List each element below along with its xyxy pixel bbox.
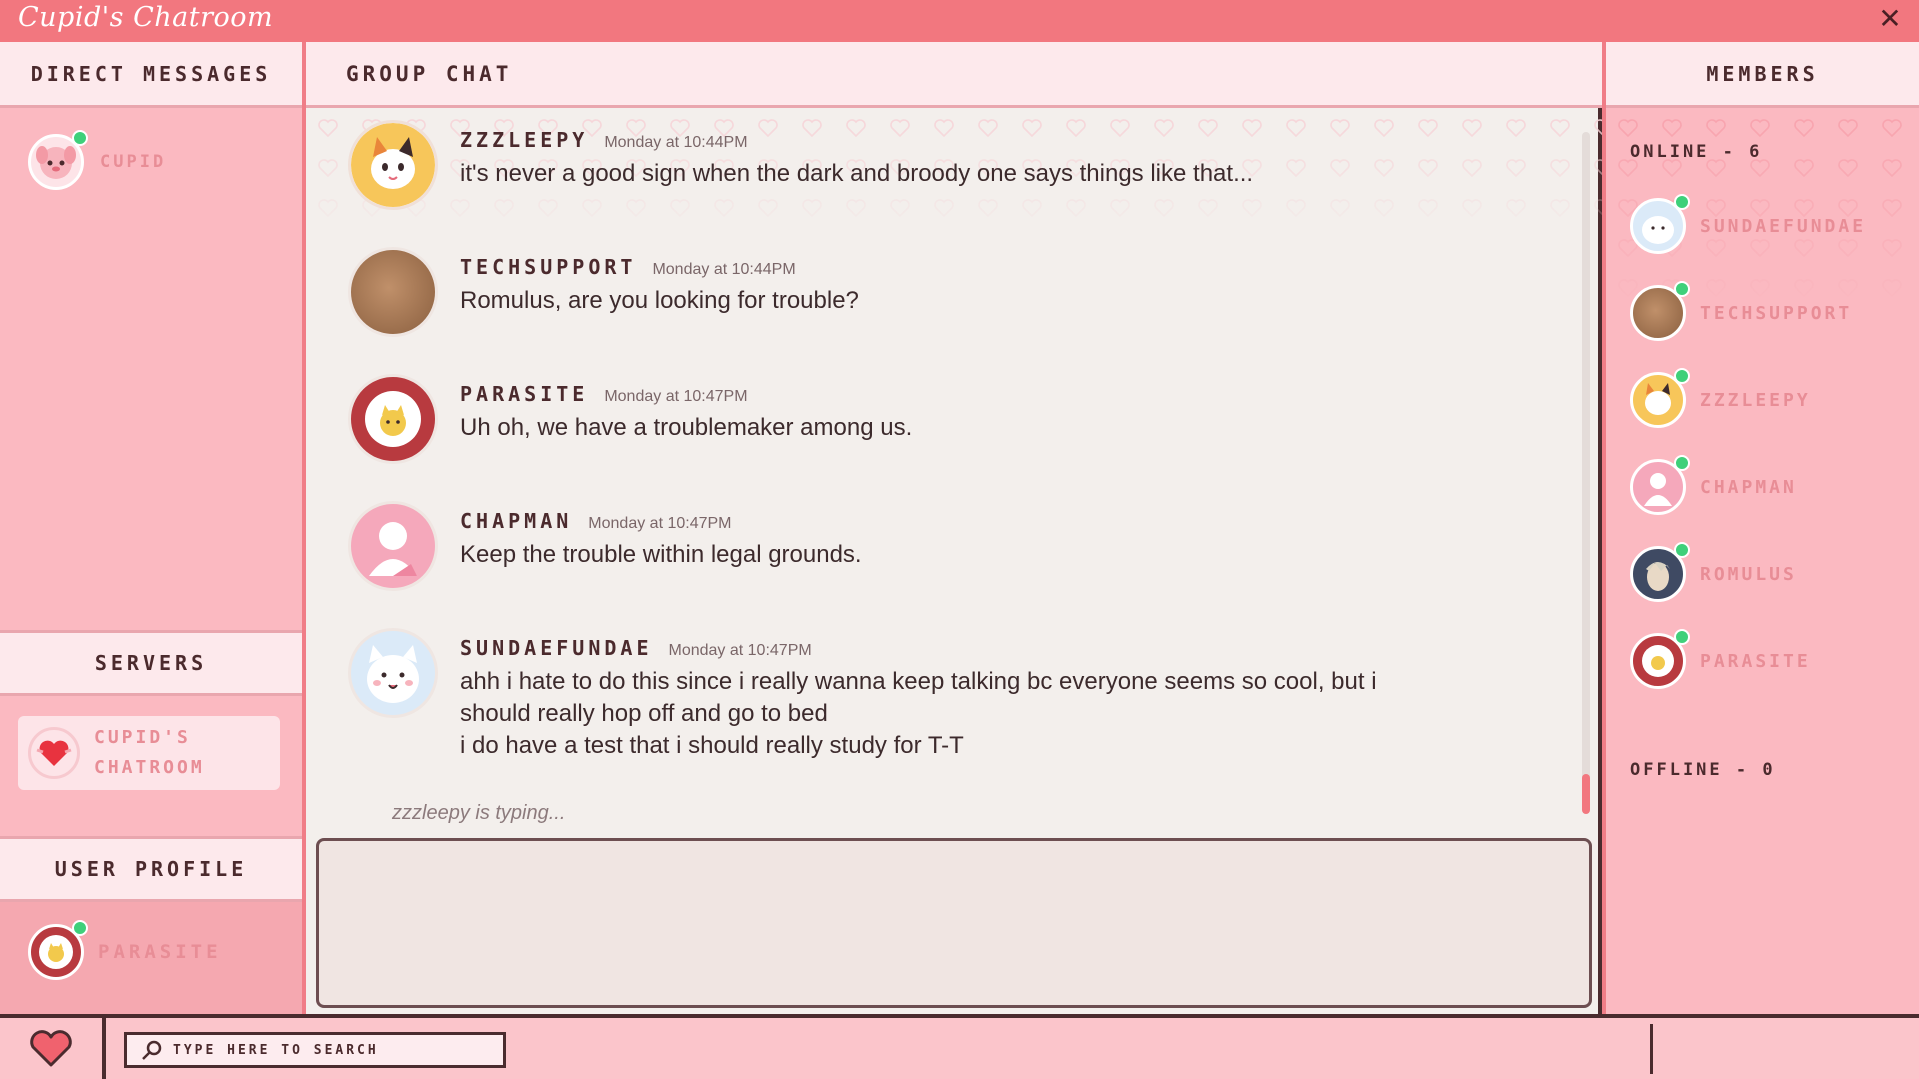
user-profile-header: User Profile bbox=[0, 836, 302, 902]
heart-menu-button[interactable] bbox=[0, 1018, 106, 1079]
server-label-line2: Chatroom bbox=[94, 757, 205, 778]
search-icon bbox=[142, 1040, 162, 1060]
avatar bbox=[28, 130, 88, 190]
server-label-line1: Cupid's bbox=[94, 727, 191, 748]
members-header: Members bbox=[1606, 42, 1919, 108]
member-name: SundaeFundae bbox=[1700, 215, 1867, 237]
user-profile-item[interactable]: Parasite bbox=[28, 920, 222, 980]
online-status-dot bbox=[1674, 542, 1690, 558]
dm-item-label: Cupid bbox=[100, 152, 167, 172]
taskbar-divider bbox=[1650, 1024, 1653, 1074]
avatar bbox=[1630, 194, 1690, 254]
server-icon bbox=[28, 727, 80, 779]
avatar bbox=[1630, 629, 1690, 689]
avatar bbox=[1630, 368, 1690, 428]
avatar[interactable] bbox=[348, 374, 438, 464]
members-panel: Members Online - 6 SundaeFundae bbox=[1606, 42, 1919, 1014]
message-timestamp: Monday at 10:47PM bbox=[604, 388, 748, 405]
avatar[interactable] bbox=[348, 628, 438, 718]
online-status-dot bbox=[1674, 194, 1690, 210]
member-item[interactable]: Romulus bbox=[1630, 542, 1797, 602]
chat-messages: zzzleepy Monday at 10:44PM it's never a … bbox=[306, 108, 1602, 828]
member-name: Romulus bbox=[1700, 563, 1797, 585]
avatar[interactable] bbox=[348, 120, 438, 210]
message-text: Uh oh, we have a troublemaker among us. bbox=[460, 414, 913, 441]
group-chat-panel: Group Chat bbox=[306, 42, 1602, 1014]
member-item[interactable]: SundaeFundae bbox=[1630, 194, 1867, 254]
avatar bbox=[1630, 542, 1690, 602]
avatar bbox=[28, 920, 88, 980]
user-profile-name: Parasite bbox=[98, 941, 222, 963]
heart-icon bbox=[36, 740, 72, 766]
direct-messages-header: Direct Messages bbox=[0, 42, 302, 108]
message-author: SundaeFundae bbox=[460, 636, 653, 660]
online-status-dot bbox=[1674, 368, 1690, 384]
avatar bbox=[1630, 281, 1690, 341]
message-author: Chapman bbox=[460, 509, 573, 533]
message-author: zzzleepy bbox=[460, 128, 589, 152]
offline-count-label: Offline - 0 bbox=[1630, 760, 1776, 780]
message-item: Chapman Monday at 10:47PM Keep the troub… bbox=[348, 501, 1460, 591]
group-chat-header: Group Chat bbox=[306, 42, 1602, 108]
message-composer[interactable] bbox=[316, 838, 1592, 1008]
typing-indicator: zzzleepy is typing... bbox=[392, 802, 566, 824]
message-timestamp: Monday at 10:47PM bbox=[588, 515, 732, 532]
member-name: Chapman bbox=[1700, 476, 1797, 498]
search-input[interactable]: Type here to search bbox=[124, 1032, 506, 1068]
member-name: TechSupport bbox=[1700, 302, 1853, 324]
message-item: zzzleepy Monday at 10:44PM it's never a … bbox=[348, 120, 1460, 210]
member-item[interactable]: TechSupport bbox=[1630, 281, 1853, 341]
left-sidebar: Direct Messages Cupid Servers bbox=[0, 42, 302, 1014]
member-name: zzzleepy bbox=[1700, 389, 1811, 411]
message-item: Parasite Monday at 10:47PM Uh oh, we hav… bbox=[348, 374, 1460, 464]
message-text: Keep the trouble within legal grounds. bbox=[460, 541, 862, 568]
member-item[interactable]: Parasite bbox=[1630, 629, 1811, 689]
title-bar: Cupid's Chatroom ✕ bbox=[0, 0, 1919, 42]
message-author: TechSupport bbox=[460, 255, 637, 279]
avatar[interactable] bbox=[348, 247, 438, 337]
search-placeholder: Type here to search bbox=[173, 1042, 379, 1058]
chat-scrollbar[interactable] bbox=[1582, 132, 1590, 812]
close-button[interactable]: ✕ bbox=[1875, 4, 1905, 34]
member-name: Parasite bbox=[1700, 650, 1811, 672]
online-status-dot bbox=[72, 130, 88, 146]
taskbar: Type here to search bbox=[0, 1014, 1919, 1079]
servers-list: Cupid's Chatroom bbox=[0, 696, 302, 838]
online-status-dot bbox=[1674, 281, 1690, 297]
heart-icon bbox=[30, 1029, 72, 1066]
message-timestamp: Monday at 10:44PM bbox=[604, 134, 748, 151]
message-item: TechSupport Monday at 10:44PM Romulus, a… bbox=[348, 247, 1460, 337]
online-status-dot bbox=[72, 920, 88, 936]
message-timestamp: Monday at 10:44PM bbox=[652, 261, 796, 278]
message-author: Parasite bbox=[460, 382, 589, 406]
message-item: SundaeFundae Monday at 10:47PM ahh i hat… bbox=[348, 628, 1460, 762]
online-status-dot bbox=[1674, 629, 1690, 645]
message-timestamp: Monday at 10:47PM bbox=[668, 642, 812, 659]
online-count-label: Online - 6 bbox=[1630, 142, 1763, 162]
member-item[interactable]: Chapman bbox=[1630, 455, 1797, 515]
member-item[interactable]: zzzleepy bbox=[1630, 368, 1811, 428]
avatar[interactable] bbox=[348, 501, 438, 591]
online-status-dot bbox=[1674, 455, 1690, 471]
server-item-cupids-chatroom[interactable]: Cupid's Chatroom bbox=[18, 716, 280, 790]
avatar bbox=[1630, 455, 1690, 515]
message-text: Romulus, are you looking for trouble? bbox=[460, 287, 859, 314]
chat-scrollbar-thumb[interactable] bbox=[1582, 774, 1590, 814]
dm-item-cupid[interactable]: Cupid bbox=[28, 130, 167, 190]
direct-messages-list: Cupid bbox=[0, 108, 302, 670]
app-title: Cupid's Chatroom bbox=[18, 2, 274, 33]
message-text: it's never a good sign when the dark and… bbox=[460, 160, 1254, 187]
message-text: ahh i hate to do this since i really wan… bbox=[460, 668, 1377, 759]
user-profile-panel: Parasite bbox=[0, 902, 302, 1014]
servers-header: Servers bbox=[0, 630, 302, 696]
